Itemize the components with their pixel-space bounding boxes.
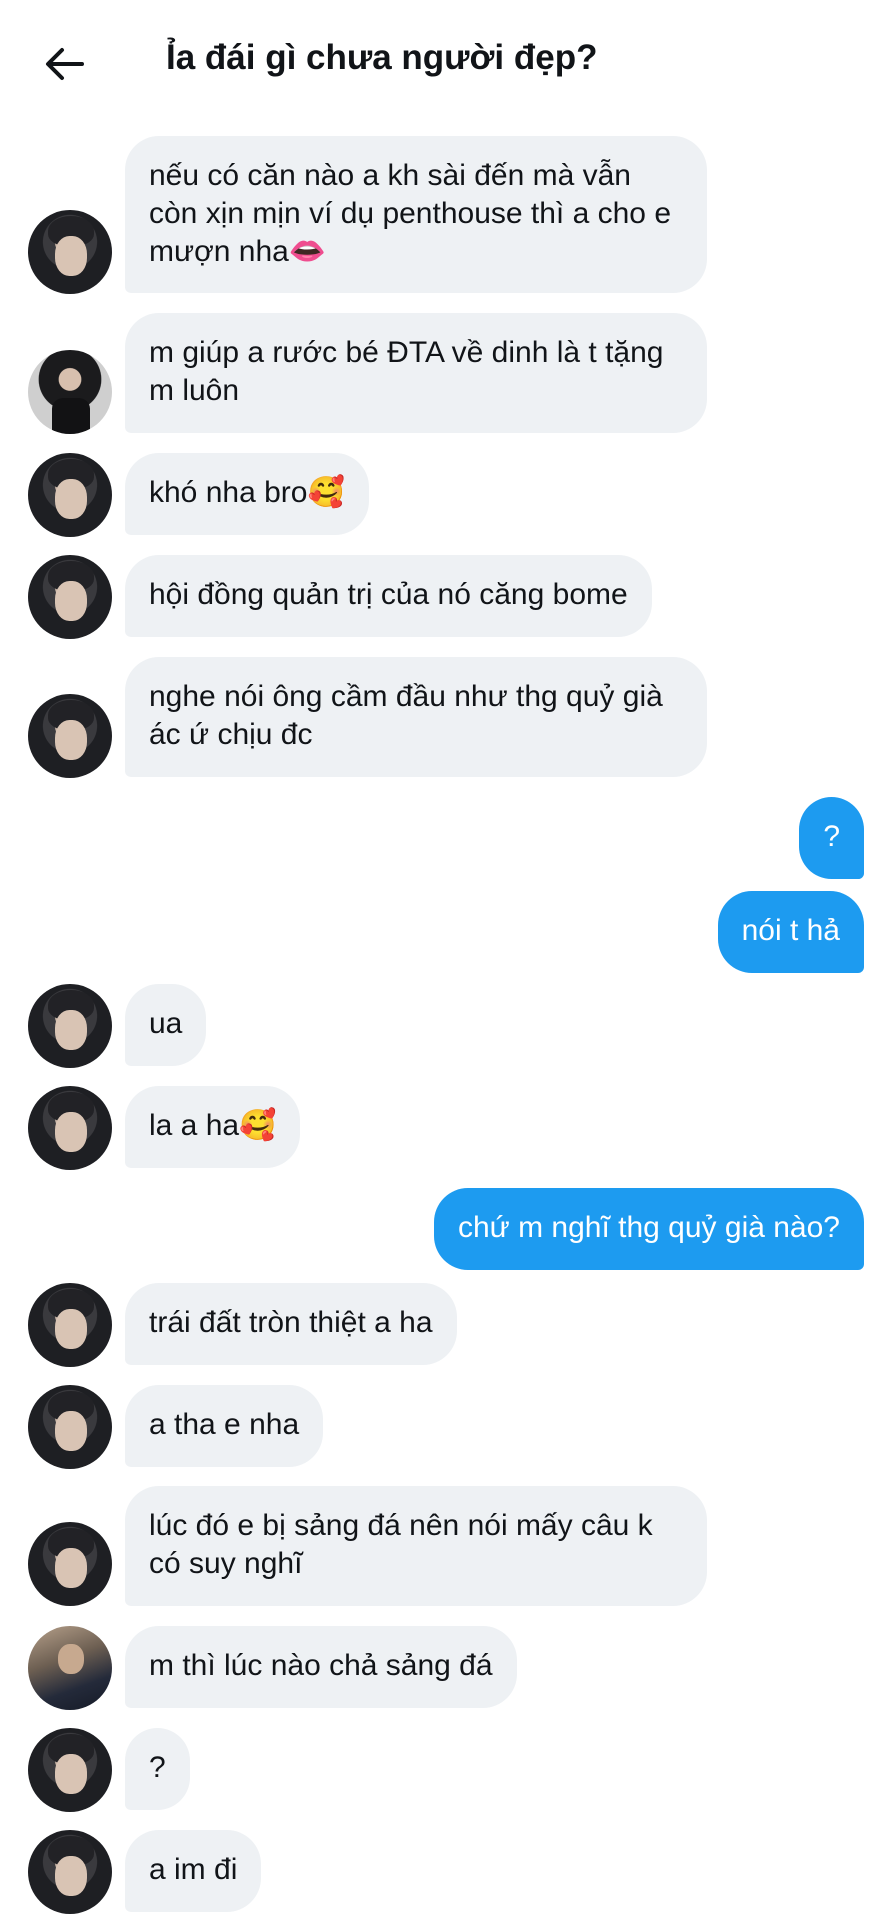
- avatar[interactable]: [28, 1086, 112, 1170]
- message-text: trái đất tròn thiệt a ha: [149, 1306, 433, 1339]
- message-bubble-outgoing[interactable]: chứ m nghĩ thg quỷ già nào?: [433, 1188, 864, 1270]
- message-bubble-incoming[interactable]: ua: [125, 984, 207, 1066]
- message-text: nếu có căn nào a kh sài đến mà vẫn còn x…: [149, 159, 671, 268]
- message-bubble-incoming[interactable]: la a ha🥰: [125, 1086, 301, 1168]
- message-text: lúc đó e bị sảng đá nên nói mấy câu k có…: [149, 1509, 653, 1580]
- message-text: khó nha bro🥰: [149, 476, 345, 509]
- avatar[interactable]: [28, 1728, 112, 1812]
- message-text: hội đồng quản trị của nó căng bome: [149, 578, 628, 611]
- avatar[interactable]: [28, 453, 112, 537]
- message-text: m thì lúc nào chả sảng đá: [149, 1649, 493, 1682]
- message-bubble-incoming[interactable]: a tha e nha: [125, 1385, 324, 1467]
- message-text: a tha e nha: [149, 1408, 300, 1441]
- message-text: nghe nói ông cầm đầu như thg quỷ già ác …: [149, 680, 663, 751]
- message-bubble-incoming[interactable]: nếu có căn nào a kh sài đến mà vẫn còn x…: [125, 136, 707, 293]
- message-bubble-incoming[interactable]: hội đồng quản trị của nó căng bome: [125, 555, 652, 637]
- message-bubble-incoming[interactable]: a im đi: [125, 1830, 262, 1912]
- avatar[interactable]: [28, 1283, 112, 1367]
- message-bubble-incoming[interactable]: lúc đó e bị sảng đá nên nói mấy câu k có…: [125, 1486, 707, 1606]
- message-bubble-incoming[interactable]: ?: [125, 1728, 190, 1810]
- avatar[interactable]: [28, 555, 112, 639]
- message-text: la a ha🥰: [149, 1109, 277, 1142]
- message-bubble-incoming[interactable]: nghe nói ông cầm đầu như thg quỷ già ác …: [125, 657, 707, 777]
- message-bubble-incoming[interactable]: khó nha bro🥰: [125, 453, 369, 535]
- avatar[interactable]: [28, 694, 112, 778]
- message-text: nói t hả: [741, 914, 840, 947]
- avatar[interactable]: [28, 984, 112, 1068]
- message-text: ua: [149, 1007, 183, 1040]
- message-text: m giúp a rước bé ĐTA về dinh là t tặng m…: [149, 336, 664, 407]
- message-text: ?: [823, 820, 840, 853]
- message-text: a im đi: [149, 1853, 238, 1886]
- message-bubble-incoming[interactable]: m giúp a rước bé ĐTA về dinh là t tặng m…: [125, 313, 707, 433]
- message-text: chứ m nghĩ thg quỷ già nào?: [457, 1211, 840, 1244]
- avatar[interactable]: [28, 350, 112, 434]
- avatar[interactable]: [28, 1385, 112, 1469]
- avatar[interactable]: [28, 1522, 112, 1606]
- message-bubble-incoming[interactable]: m thì lúc nào chả sảng đá: [125, 1626, 517, 1708]
- message-list: nếu có căn nào a kh sài đến mà vẫn còn x…: [0, 0, 892, 1920]
- message-text: ?: [149, 1751, 166, 1784]
- message-bubble-incoming[interactable]: trái đất tròn thiệt a ha: [125, 1283, 457, 1365]
- avatar[interactable]: [28, 1830, 112, 1914]
- message-bubble-outgoing[interactable]: ?: [799, 797, 864, 879]
- avatar[interactable]: [28, 1626, 112, 1710]
- avatar[interactable]: [28, 210, 112, 294]
- message-bubble-outgoing[interactable]: nói t hả: [717, 891, 864, 973]
